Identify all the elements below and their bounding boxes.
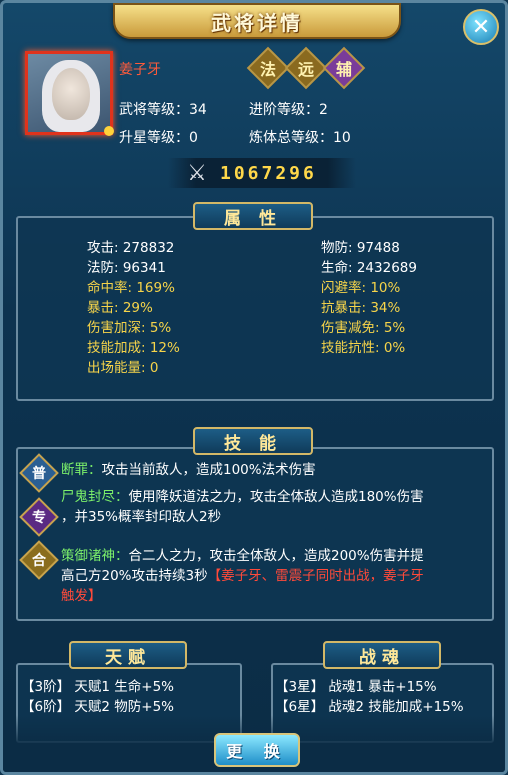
- attr-anti-crit: 抗暴击: 34%: [321, 300, 401, 316]
- soul-item-2: 【6星】 战魂2 技能加成+15%: [275, 699, 464, 715]
- combat-power: ⚔ 1067296: [168, 158, 356, 188]
- talent-item-1: 【3阶】 天赋1 生命+5%: [21, 679, 174, 695]
- hero-level-stats: 武将等级：34 进阶等级：2 升星等级：0 炼体总等级：10: [119, 99, 379, 147]
- attr-skill-bonus: 技能加成: 12%: [87, 340, 180, 356]
- attr-hit-rate: 命中率: 169%: [87, 280, 175, 296]
- skill-3-condition-line2: 触发】: [61, 588, 102, 604]
- attr-empty: [321, 359, 487, 377]
- hero-detail-window: 武将详情 ✕ 姜子牙 法 远 辅 武将等级：34 进阶等级：2 升星等级：0 炼…: [0, 0, 508, 775]
- hero-name: 姜子牙: [119, 62, 161, 78]
- skill-1-name: 断罪：: [61, 462, 102, 478]
- tab-attributes: 属 性: [193, 202, 313, 230]
- close-icon: ✕: [471, 14, 491, 40]
- badge-magic: 法: [246, 46, 290, 90]
- attr-crit: 暴击: 29%: [87, 300, 153, 316]
- soul-item-1: 【3星】 战魂1 暴击+15%: [275, 679, 437, 695]
- attr-phys-def: 物防: 97488: [321, 240, 400, 256]
- skill-1-desc: 攻击当前敌人，造成100%法术伤害: [101, 462, 316, 478]
- badge-ranged: 远: [284, 46, 328, 90]
- attr-dodge-rate: 闪避率: 10%: [321, 280, 401, 296]
- body-refine-level: 炼体总等级：10: [249, 130, 351, 146]
- attr-magic-def: 法防: 96341: [87, 260, 166, 276]
- attr-hp: 生命: 2432689: [321, 260, 417, 276]
- skill-2: 尸鬼封尽：使用降妖道法之力，攻击全体敌人造成180%伤害 ，并35%概率封印敌人…: [61, 487, 481, 527]
- talent-item-2: 【6阶】 天赋2 物防+5%: [21, 699, 174, 715]
- tab-soul: 战魂: [323, 641, 441, 669]
- attr-skill-resist: 技能抗性: 0%: [321, 340, 406, 356]
- attr-attack: 攻击: 278832: [87, 240, 175, 256]
- skill-2-name: 尸鬼封尽：: [61, 489, 129, 505]
- talent-list: 【3阶】 天赋1 生命+5% 【6阶】 天赋2 物防+5%: [21, 677, 174, 717]
- attr-dmg-boost: 伤害加深: 5%: [87, 320, 172, 336]
- skill-3: 策御诸神：合二人之力，攻击全体敌人，造成200%伤害并提 高己方20%攻击持续3…: [61, 546, 481, 606]
- skill-1: 断罪：攻击当前敌人，造成100%法术伤害: [61, 460, 316, 480]
- soul-list: 【3星】 战魂1 暴击+15% 【6星】 战魂2 技能加成+15%: [275, 677, 464, 717]
- attr-entry-energy: 出场能量: 0: [87, 360, 159, 376]
- close-button[interactable]: ✕: [463, 9, 499, 45]
- advance-level: 进阶等级：2: [249, 102, 328, 118]
- crossed-swords-icon: ⚔: [187, 160, 207, 186]
- skill-3-desc: 合二人之力，攻击全体敌人，造成200%伤害并提: [128, 548, 424, 564]
- hero-type-badges: 法 远 辅: [246, 46, 366, 90]
- attr-dmg-reduce: 伤害减免: 5%: [321, 320, 406, 336]
- skill-3-name: 策御诸神：: [61, 548, 129, 564]
- portrait-indicator-dot: [104, 126, 114, 136]
- hero-level: 武将等级：34: [119, 102, 207, 118]
- page-title: 武将详情: [211, 10, 303, 35]
- skill-2-desc-line2: ，并35%概率封印敌人2秒: [61, 509, 222, 525]
- badge-support: 辅: [322, 46, 366, 90]
- star-level: 升星等级：0: [119, 130, 198, 146]
- tab-talent: 天赋: [69, 641, 187, 669]
- change-button[interactable]: 更 换: [214, 733, 300, 767]
- attributes-grid: 攻击: 278832 物防: 97488 法防: 96341 生命: 24326…: [87, 239, 487, 377]
- skill-3-desc-line2: 高己方20%攻击持续3秒: [61, 568, 208, 584]
- tab-skills: 技 能: [193, 427, 313, 455]
- portrait-face: [52, 68, 90, 120]
- skill-3-condition: 【姜子牙、雷震子同时出战，姜子牙: [207, 568, 424, 584]
- title-banner: 武将详情: [113, 3, 401, 39]
- hero-portrait[interactable]: [25, 51, 114, 136]
- skill-2-desc: 使用降妖道法之力，攻击全体敌人造成180%伤害: [128, 489, 424, 505]
- combat-power-value: 1067296: [220, 162, 317, 184]
